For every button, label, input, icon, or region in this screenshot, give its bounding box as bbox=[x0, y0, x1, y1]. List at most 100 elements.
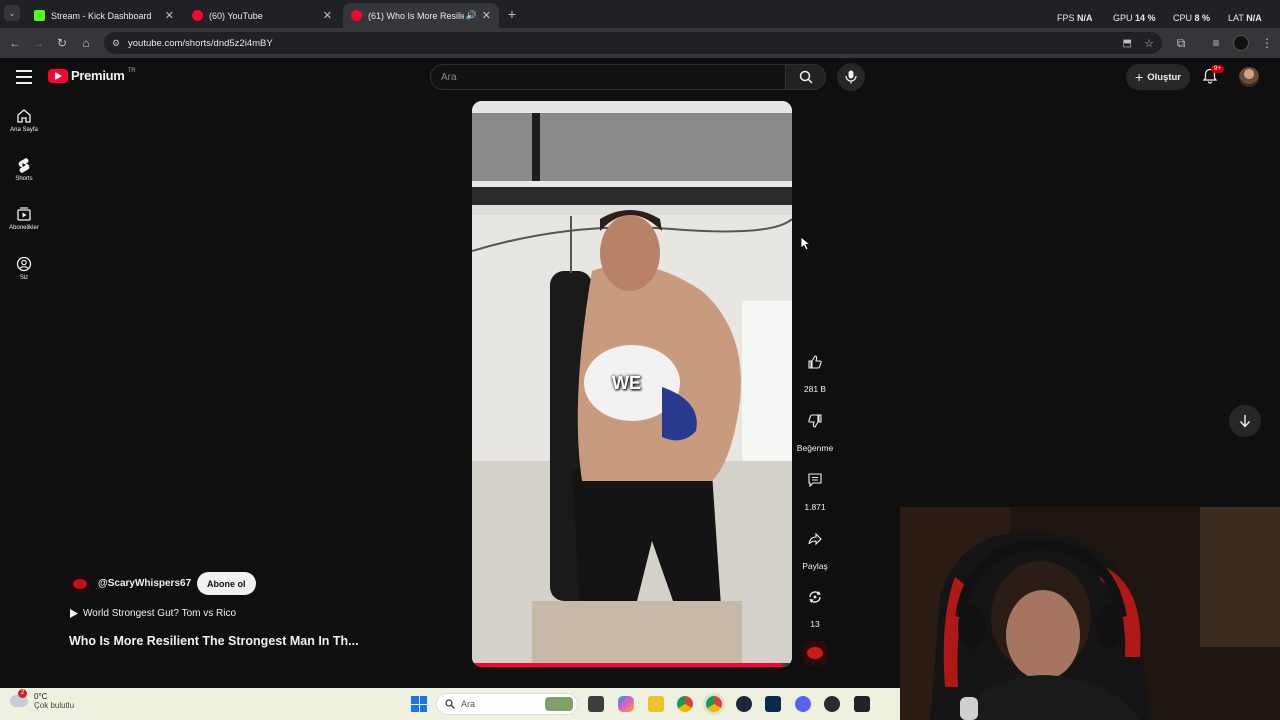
playlist-title: World Strongest Gut? Tom vs Rico bbox=[83, 608, 237, 619]
create-label: Oluştur bbox=[1147, 71, 1181, 83]
notification-badge: 9+ bbox=[1211, 65, 1224, 73]
sidebar-item-label: Siz bbox=[19, 275, 29, 281]
like-button[interactable]: 281 B bbox=[794, 346, 836, 394]
site-info-icon[interactable]: ⚙ bbox=[112, 38, 120, 49]
profile-avatar[interactable] bbox=[1233, 35, 1249, 51]
sound-source-thumbnail[interactable] bbox=[803, 641, 827, 665]
youtube-favicon-icon bbox=[351, 10, 362, 21]
plus-icon: + bbox=[1135, 69, 1144, 85]
search-icon bbox=[445, 699, 455, 709]
task-view-icon[interactable] bbox=[588, 696, 604, 712]
channel-avatar[interactable] bbox=[69, 573, 91, 595]
mouse-cursor-icon bbox=[801, 237, 811, 251]
sidebar-item-you[interactable]: Siz bbox=[0, 256, 48, 300]
share-button[interactable]: Paylaş bbox=[794, 523, 836, 571]
taskbar-search[interactable]: Ara bbox=[436, 693, 578, 715]
youtube-logo[interactable]: Premium TR bbox=[48, 68, 136, 83]
webcam-overlay bbox=[900, 507, 1280, 720]
speaker-icon[interactable]: 🔊 bbox=[466, 10, 477, 21]
voice-search-button[interactable] bbox=[837, 63, 865, 91]
search-highlight-icon bbox=[545, 697, 573, 711]
thumbs-down-icon bbox=[808, 414, 822, 428]
weather-widget[interactable]: 2 0°C Çok bulutlu bbox=[10, 689, 75, 710]
notifications-button[interactable]: 9+ bbox=[1202, 65, 1224, 86]
account-avatar[interactable] bbox=[1239, 67, 1259, 87]
tab-close-icon[interactable]: ✕ bbox=[323, 9, 332, 22]
steam-icon[interactable] bbox=[736, 696, 752, 712]
subscribe-button[interactable]: Abone ol bbox=[197, 572, 256, 595]
search-input[interactable]: Ara bbox=[430, 64, 786, 90]
home-icon bbox=[17, 109, 31, 123]
obs-icon[interactable] bbox=[824, 696, 840, 712]
search-icon bbox=[799, 70, 813, 84]
file-explorer-icon[interactable] bbox=[648, 696, 664, 712]
tab-close-icon[interactable]: ✕ bbox=[482, 9, 491, 22]
tab-close-icon[interactable]: ✕ bbox=[165, 9, 174, 22]
shorts-video-player[interactable]: WE bbox=[472, 101, 792, 667]
epic-games-icon[interactable] bbox=[854, 696, 870, 712]
youtube-header: Premium TR Ara + Oluştur 9+ bbox=[0, 58, 1280, 98]
chrome-active-icon[interactable] bbox=[706, 696, 722, 712]
start-button[interactable] bbox=[411, 696, 427, 712]
lat-stat: LAT N/A bbox=[1228, 13, 1262, 23]
home-icon[interactable]: ⌂ bbox=[77, 34, 95, 52]
youtube-favicon-icon bbox=[192, 10, 203, 21]
browser-tab-bar: ⌄ Stream - Kick Dashboard ✕ (60) YouTube… bbox=[0, 0, 1280, 28]
tab-title: (61) Who Is More Resilient bbox=[368, 10, 464, 21]
chrome-icon[interactable] bbox=[677, 696, 693, 712]
fps-stat: FPS N/A bbox=[1057, 13, 1093, 23]
weather-desc: Çok bulutlu bbox=[34, 701, 75, 710]
youtube-play-logo-icon bbox=[48, 68, 68, 83]
weather-badge: 2 bbox=[18, 689, 27, 698]
like-count: 281 B bbox=[803, 384, 827, 394]
cpu-stat: CPU 8 % bbox=[1173, 13, 1211, 23]
taskbar-search-placeholder: Ara bbox=[461, 699, 476, 709]
kick-favicon-icon bbox=[34, 10, 45, 21]
webcam-feed bbox=[900, 507, 1280, 720]
arrow-down-icon bbox=[1239, 415, 1251, 428]
address-bar[interactable]: ⚙ youtube.com/shorts/dnd5z2i4mBY ⬒ ☆ bbox=[104, 32, 1162, 54]
browser-menu-icon[interactable]: ⋮ bbox=[1258, 34, 1276, 52]
short-title[interactable]: Who Is More Resilient The Strongest Man … bbox=[69, 634, 359, 648]
forward-arrow-icon[interactable]: → bbox=[29, 34, 47, 52]
remix-icon bbox=[809, 591, 821, 603]
copilot-icon[interactable] bbox=[618, 696, 634, 712]
play-triangle-icon bbox=[70, 609, 78, 618]
tab-search-button[interactable]: ⌄ bbox=[4, 5, 20, 21]
tab-kick-dashboard[interactable]: Stream - Kick Dashboard ✕ bbox=[26, 3, 182, 28]
install-app-icon[interactable]: ⬒ bbox=[1123, 38, 1132, 49]
microphone-icon bbox=[845, 70, 857, 84]
playlist-link[interactable]: World Strongest Gut? Tom vs Rico bbox=[70, 608, 236, 619]
account-icon bbox=[16, 256, 32, 272]
tab-current-short[interactable]: (61) Who Is More Resilient 🔊 ✕ bbox=[343, 3, 499, 28]
new-tab-button[interactable]: + bbox=[503, 5, 521, 23]
back-arrow-icon[interactable]: ← bbox=[6, 34, 24, 52]
tab-title: Stream - Kick Dashboard bbox=[51, 10, 152, 21]
sidebar-item-label: Ana Sayfa bbox=[10, 127, 38, 133]
reload-icon[interactable]: ↻ bbox=[53, 34, 71, 52]
bookmark-star-icon[interactable]: ☆ bbox=[1144, 37, 1154, 50]
extensions-icon[interactable]: ⧉ bbox=[1172, 34, 1190, 52]
remix-button[interactable]: 13 bbox=[794, 581, 836, 629]
channel-name[interactable]: @ScaryWhispers67 bbox=[98, 578, 191, 589]
tab-title: (60) YouTube bbox=[209, 10, 263, 21]
browser-toolbar: ← → ↻ ⌂ ⚙ youtube.com/shorts/dnd5z2i4mBY… bbox=[0, 28, 1280, 58]
dislike-label: Beğenme bbox=[796, 443, 834, 453]
sidebar-item-home[interactable]: Ana Sayfa bbox=[0, 108, 48, 152]
create-button[interactable]: + Oluştur bbox=[1126, 64, 1190, 90]
discord-icon[interactable] bbox=[795, 696, 811, 712]
search-button[interactable] bbox=[786, 64, 826, 90]
gpu-stat: GPU 14 % bbox=[1113, 13, 1156, 23]
creepy-face-icon bbox=[807, 647, 823, 659]
dislike-button[interactable]: Beğenme bbox=[794, 405, 836, 453]
media-control-icon[interactable]: ≡ bbox=[1207, 34, 1225, 52]
sidebar-item-label: Shorts bbox=[15, 176, 33, 182]
comments-button[interactable]: 1.871 bbox=[794, 464, 836, 512]
vscode-icon[interactable] bbox=[765, 696, 781, 712]
tab-youtube[interactable]: (60) YouTube ✕ bbox=[184, 3, 340, 28]
hamburger-menu-icon[interactable] bbox=[16, 70, 32, 84]
sidebar-item-label: Abonelikler bbox=[9, 225, 39, 231]
sidebar-item-subscriptions[interactable]: Abonelikler bbox=[0, 206, 48, 250]
sidebar-item-shorts[interactable]: Shorts bbox=[0, 157, 48, 201]
next-video-button[interactable] bbox=[1229, 405, 1261, 437]
